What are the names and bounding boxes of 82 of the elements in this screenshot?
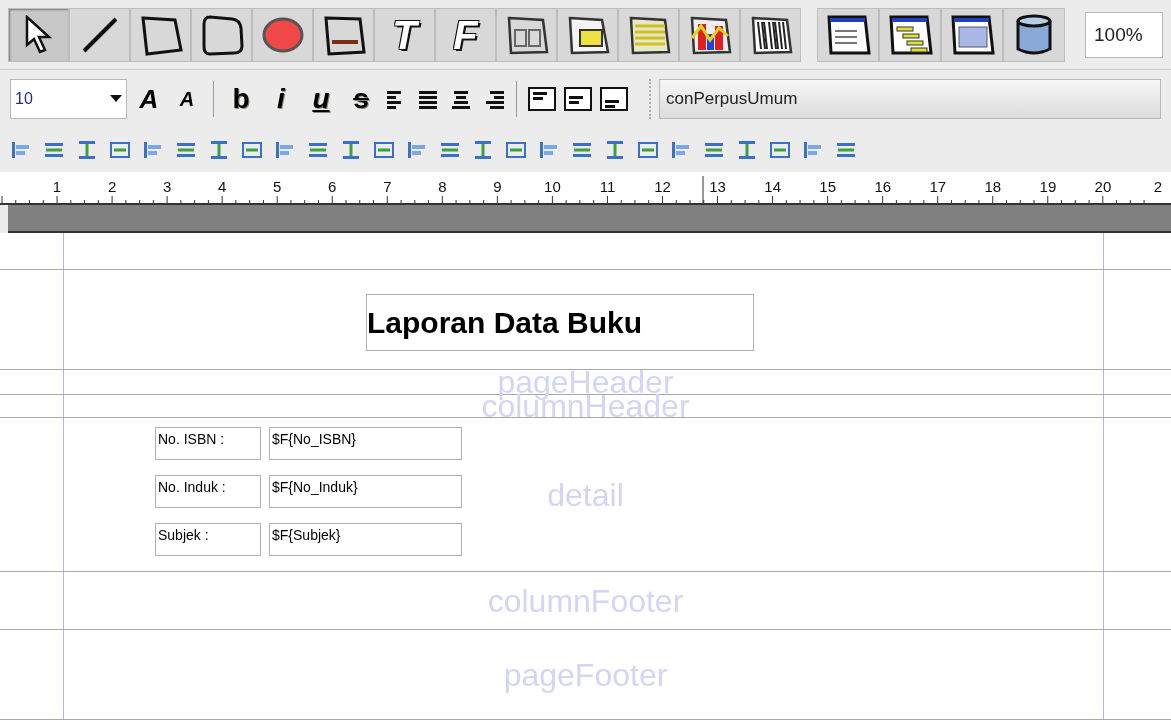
align-icon[interactable] bbox=[76, 139, 98, 161]
form-window-icon bbox=[949, 13, 995, 57]
text-field[interactable]: $F{Subjek} bbox=[269, 523, 462, 556]
align-icon[interactable] bbox=[274, 139, 296, 161]
tool-button[interactable] bbox=[191, 8, 252, 62]
ruler-number: 20 bbox=[1094, 178, 1112, 195]
ruler-number: 2 bbox=[1153, 178, 1163, 195]
text-field[interactable]: $F{No_ISBN} bbox=[269, 427, 462, 460]
align-icon[interactable] bbox=[208, 139, 230, 161]
ruler-number: 5 bbox=[273, 178, 282, 195]
format-button[interactable]: s bbox=[344, 83, 378, 115]
view-button[interactable] bbox=[879, 8, 941, 62]
spacing-icon[interactable] bbox=[637, 139, 659, 161]
ruler-number: 11 bbox=[599, 178, 616, 195]
tool-button[interactable] bbox=[496, 8, 557, 62]
ruler-number: 10 bbox=[544, 178, 561, 195]
ruler-number: 12 bbox=[654, 178, 671, 195]
tool-button[interactable] bbox=[740, 8, 801, 62]
vertical-align-icon[interactable] bbox=[599, 86, 629, 112]
connection-dropdown[interactable]: conPerpusUmum bbox=[659, 79, 1161, 119]
ruler-number: 17 bbox=[929, 178, 947, 195]
spacing-icon[interactable] bbox=[670, 139, 692, 161]
ruler-number: 1 bbox=[52, 178, 62, 195]
align-icon[interactable] bbox=[241, 139, 263, 161]
text-tool-icon: F bbox=[453, 15, 478, 55]
resize-icon[interactable] bbox=[373, 139, 395, 161]
font-size-dropdown[interactable]: 10 bbox=[10, 79, 127, 119]
tool-button[interactable] bbox=[313, 8, 374, 62]
resize-icon[interactable] bbox=[340, 139, 362, 161]
grow-font-button[interactable]: A bbox=[133, 83, 165, 115]
align-icon[interactable] bbox=[10, 139, 32, 161]
tool-button[interactable] bbox=[557, 8, 618, 62]
view-button[interactable] bbox=[941, 8, 1003, 62]
static-text-field[interactable]: Subjek : bbox=[155, 523, 261, 556]
text-field[interactable]: $F{No_Induk} bbox=[269, 475, 462, 508]
ruler-number: 6 bbox=[328, 178, 337, 195]
ruler-number: 16 bbox=[874, 178, 892, 195]
tool-button[interactable] bbox=[679, 8, 740, 62]
shrink-font-button[interactable]: A bbox=[171, 83, 203, 115]
static-text-field[interactable]: No. ISBN : bbox=[155, 427, 261, 460]
ruler-number: 13 bbox=[709, 178, 726, 195]
title-text-field[interactable]: Laporan Data Buku bbox=[366, 294, 754, 351]
vertical-align-icon[interactable] bbox=[563, 86, 593, 112]
ruler-number: 4 bbox=[218, 178, 227, 195]
spacing-icon[interactable] bbox=[604, 139, 626, 161]
format-button[interactable]: i bbox=[264, 83, 298, 115]
static-text-field[interactable]: No. Induk : bbox=[155, 475, 261, 508]
ellipse-icon bbox=[260, 15, 305, 55]
spacing-icon[interactable] bbox=[769, 139, 791, 161]
view-button[interactable] bbox=[817, 8, 879, 62]
align-icon[interactable] bbox=[109, 139, 131, 161]
ruler-number: 18 bbox=[984, 178, 1002, 195]
resize-icon[interactable] bbox=[538, 139, 560, 161]
image-icon bbox=[321, 14, 366, 56]
tree-window-icon bbox=[887, 13, 933, 57]
resize-icon[interactable] bbox=[472, 139, 494, 161]
resize-icon[interactable] bbox=[505, 139, 527, 161]
ruler-number: 2 bbox=[107, 178, 117, 195]
pointer-icon bbox=[23, 15, 54, 55]
caret-icon bbox=[110, 95, 122, 103]
database-icon bbox=[1014, 13, 1054, 57]
zoom-field[interactable]: 100% bbox=[1085, 12, 1163, 58]
tool-button[interactable] bbox=[618, 8, 679, 62]
ruler-number: 7 bbox=[383, 178, 392, 195]
report-window-icon bbox=[825, 13, 871, 57]
view-button[interactable] bbox=[1003, 8, 1065, 62]
ruler-number: 15 bbox=[819, 178, 837, 195]
tool-button[interactable] bbox=[69, 8, 130, 62]
spacing-icon[interactable] bbox=[802, 139, 824, 161]
ruler-number: 3 bbox=[162, 178, 172, 195]
tool-button[interactable] bbox=[130, 8, 191, 62]
ruler-number: 19 bbox=[1039, 178, 1057, 195]
ruler-number: 9 bbox=[493, 178, 502, 195]
tool-button[interactable] bbox=[8, 8, 69, 62]
ruler-number: 14 bbox=[764, 178, 781, 195]
format-button[interactable]: u bbox=[304, 83, 338, 115]
format-button[interactable]: b bbox=[224, 83, 258, 115]
vertical-align-icon[interactable] bbox=[527, 86, 557, 112]
spacing-icon[interactable] bbox=[736, 139, 758, 161]
resize-icon[interactable] bbox=[406, 139, 428, 161]
ruler-number: 8 bbox=[438, 178, 447, 195]
align-icon[interactable] bbox=[142, 139, 164, 161]
